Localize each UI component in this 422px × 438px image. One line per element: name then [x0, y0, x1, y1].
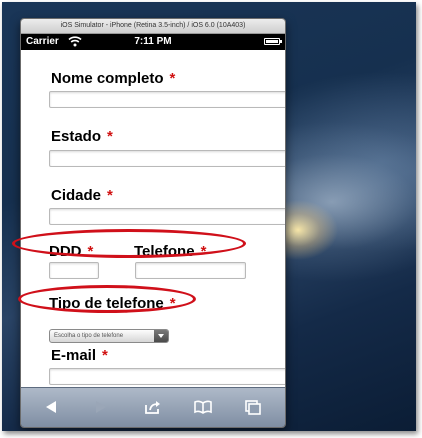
chevron-down-icon	[154, 330, 168, 342]
cidade-label-text: Cidade	[51, 187, 102, 204]
status-time: 7:11 PM	[134, 36, 172, 47]
simulator-title: iOS Simulator - iPhone (Retina 3.5-inch)…	[21, 19, 285, 34]
email-label-text: E-mail	[51, 347, 97, 364]
required-marker: *	[87, 243, 94, 260]
ddd-input[interactable]	[49, 262, 99, 279]
battery-icon	[264, 38, 282, 45]
ios-simulator-window: iOS Simulator - iPhone (Retina 3.5-inch)…	[20, 18, 286, 428]
nome-input[interactable]	[49, 91, 285, 108]
tipo-label: Tipo de telefone *	[49, 295, 176, 312]
back-arrow-icon[interactable]	[41, 398, 61, 416]
tipo-select-value: Escolha o tipo de telefone	[54, 333, 124, 339]
required-marker: *	[169, 70, 176, 87]
required-marker: *	[102, 347, 108, 364]
nome-label-text: Nome completo	[51, 70, 164, 87]
required-marker: *	[107, 128, 113, 145]
email-label: E-mail *	[51, 347, 108, 364]
tipo-label-text: Tipo de telefone	[49, 295, 164, 312]
telefone-label: Telefone *	[134, 243, 206, 260]
ddd-label-text: DDD	[49, 243, 82, 260]
bookmarks-icon[interactable]	[193, 398, 213, 416]
required-marker: *	[107, 187, 113, 204]
status-bar: Carrier 7:11 PM	[21, 34, 285, 50]
nome-label: Nome completo *	[51, 70, 175, 87]
safari-toolbar	[21, 387, 285, 427]
share-icon[interactable]	[143, 398, 163, 416]
web-form: Nome completo * Estado * Cidade * DDD * Tele…	[21, 50, 285, 404]
required-marker: *	[169, 295, 176, 312]
required-marker: *	[200, 243, 207, 260]
screenshot-frame: iOS Simulator - iPhone (Retina 3.5-inch)…	[2, 2, 416, 431]
tipo-select[interactable]: Escolha o tipo de telefone	[49, 329, 169, 343]
estado-label: Estado *	[51, 128, 113, 145]
estado-label-text: Estado	[51, 128, 102, 145]
tabs-icon[interactable]	[243, 398, 263, 416]
email-input[interactable]	[49, 368, 285, 385]
cidade-label: Cidade *	[51, 187, 113, 204]
telefone-label-text: Telefone	[134, 243, 195, 260]
forward-arrow-icon[interactable]	[91, 398, 111, 416]
estado-input[interactable]	[49, 150, 285, 167]
ddd-label: DDD *	[49, 243, 93, 260]
battery-fill	[266, 40, 278, 43]
cidade-input[interactable]	[49, 208, 285, 225]
telefone-input[interactable]	[135, 262, 246, 279]
